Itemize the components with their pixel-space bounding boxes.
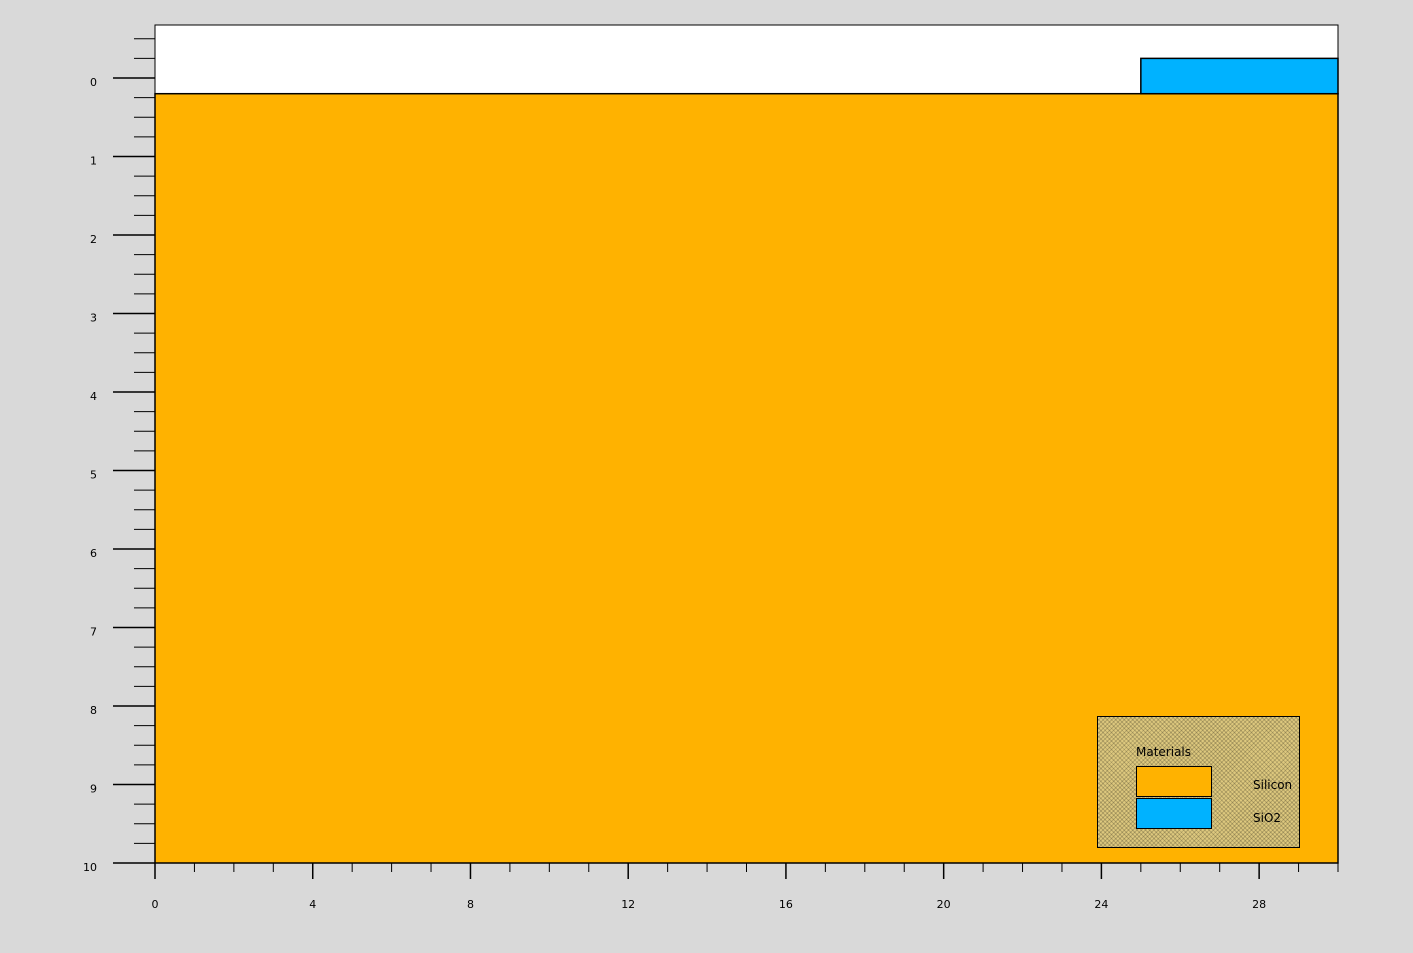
- x-tick-label: 4: [309, 898, 316, 911]
- legend-swatch-silicon: [1136, 766, 1212, 797]
- y-tick-label: 5: [90, 469, 97, 482]
- y-tick-label: 3: [90, 312, 97, 325]
- x-tick-label: 28: [1252, 898, 1266, 911]
- y-tick-label: 10: [83, 861, 97, 874]
- y-tick-label: 9: [90, 783, 97, 796]
- legend-label-sio2: SiO2: [1253, 811, 1282, 825]
- y-tick-label: 8: [90, 704, 97, 717]
- y-tick-label: 0: [90, 76, 97, 89]
- x-tick-label: 12: [621, 898, 635, 911]
- x-axis: 0 4 8 12 16 20 24 28: [152, 862, 1339, 911]
- legend-title: Materials: [1136, 745, 1192, 759]
- y-tick-label: 7: [90, 626, 97, 639]
- x-tick-label: 24: [1094, 898, 1108, 911]
- y-tick-label: 1: [90, 155, 97, 168]
- legend: Materials Silicon SiO2: [1097, 716, 1300, 848]
- region-sio2: [1140, 57, 1339, 95]
- y-axis: 0 1 2 3 4 5 6 7 8 9 10: [83, 38, 155, 874]
- x-tick-label: 8: [467, 898, 474, 911]
- legend-label-silicon: Silicon: [1253, 778, 1293, 792]
- x-tick-label: 0: [152, 898, 159, 911]
- y-tick-label: 2: [90, 233, 97, 246]
- y-tick-label: 4: [90, 390, 97, 403]
- x-tick-label: 16: [779, 898, 793, 911]
- y-tick-label: 6: [90, 547, 97, 560]
- x-tick-label: 20: [937, 898, 951, 911]
- legend-swatch-sio2: [1136, 798, 1212, 829]
